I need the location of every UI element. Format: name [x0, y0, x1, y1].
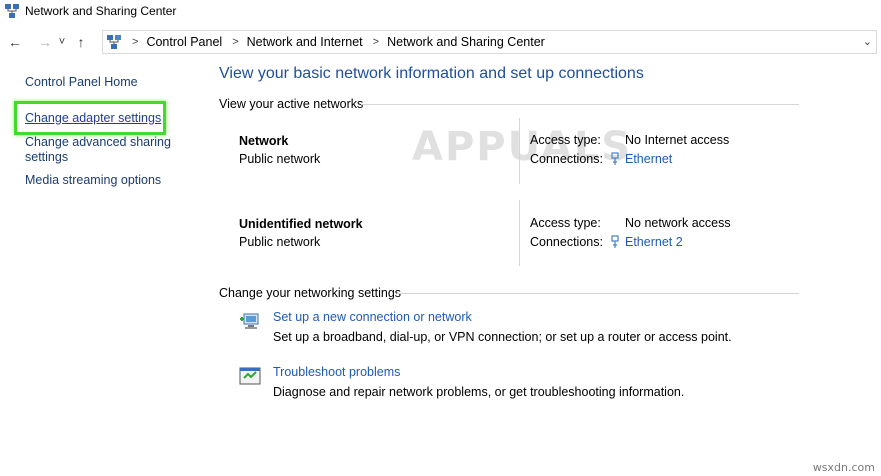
active-networks-heading: View your active networks [219, 97, 364, 111]
watermark-logo: APPUALS [412, 118, 652, 178]
network-icon [4, 3, 20, 19]
arrow-up-icon: ↑ [77, 34, 85, 50]
address-bar[interactable]: > Control Panel > Network and Internet >… [102, 30, 877, 54]
site-watermark: wsxdn.com [812, 461, 875, 474]
networking-settings-heading: Change your networking settings [219, 286, 402, 300]
breadcrumb-control-panel[interactable]: Control Panel [146, 35, 222, 49]
recent-locations-button[interactable]: ˅ [56, 32, 68, 52]
window-title: Network and Sharing Center [25, 4, 177, 18]
chevron-down-icon: ˅ [58, 36, 66, 48]
control-panel-home-link[interactable]: Control Panel Home [25, 75, 138, 90]
network-category-link[interactable]: Public network [239, 235, 320, 249]
media-streaming-options-link[interactable]: Media streaming options [25, 173, 161, 188]
ethernet-connection-link[interactable]: Ethernet [625, 152, 672, 166]
up-button[interactable]: ↑ [72, 32, 90, 52]
ethernet-2-connection-link[interactable]: Ethernet 2 [625, 235, 683, 249]
change-advanced-sharing-settings-link[interactable]: Change advanced sharing settings [25, 135, 185, 165]
forward-button[interactable]: → [36, 32, 54, 52]
access-type-label: Access type: [530, 133, 601, 147]
ethernet-icon [610, 235, 620, 249]
troubleshoot-problems-link[interactable]: Troubleshoot problems [273, 365, 400, 379]
breadcrumb-network-and-internet[interactable]: Network and Internet [247, 35, 363, 49]
breadcrumb-separator: > [372, 36, 380, 48]
access-type-label: Access type: [530, 216, 601, 230]
address-dropdown-icon[interactable]: ⌄ [863, 35, 872, 48]
network-category-link[interactable]: Public network [239, 152, 320, 166]
back-button[interactable]: ← [6, 32, 24, 52]
arrow-left-icon: ← [8, 34, 22, 50]
network-name: Unidentified network [239, 217, 363, 231]
set-up-connection-link[interactable]: Set up a new connection or network [273, 310, 472, 324]
title-bar: Network and Sharing Center [0, 0, 881, 22]
ethernet-icon [610, 152, 620, 166]
network-name: Network [239, 134, 289, 148]
connections-label: Connections: [530, 152, 603, 166]
arrow-right-icon: → [38, 34, 52, 50]
troubleshoot-problems-description: Diagnose and repair network problems, or… [273, 385, 685, 399]
breadcrumb-network-and-sharing-center[interactable]: Network and Sharing Center [387, 35, 545, 49]
connections-label: Connections: [530, 235, 603, 249]
troubleshoot-icon [239, 365, 261, 387]
control-panel-icon [106, 34, 122, 50]
change-adapter-settings-link[interactable]: Change adapter settings [25, 111, 161, 126]
breadcrumb-separator: > [132, 36, 139, 48]
section-divider [361, 104, 799, 105]
left-pane: Control Panel Home Change adapter settin… [0, 62, 205, 476]
section-divider [397, 293, 799, 294]
address-row: ← → ˅ ↑ > Control Panel > Network and In… [0, 30, 881, 54]
vertical-divider [519, 200, 520, 266]
access-type-value: No network access [625, 216, 731, 230]
breadcrumb-separator: > [232, 36, 239, 48]
page-title: View your basic network information and … [219, 65, 644, 82]
set-up-connection-description: Set up a broadband, dial-up, or VPN conn… [273, 330, 732, 344]
access-type-value: No Internet access [625, 133, 730, 147]
vertical-divider [519, 118, 520, 184]
new-connection-icon [239, 310, 261, 332]
